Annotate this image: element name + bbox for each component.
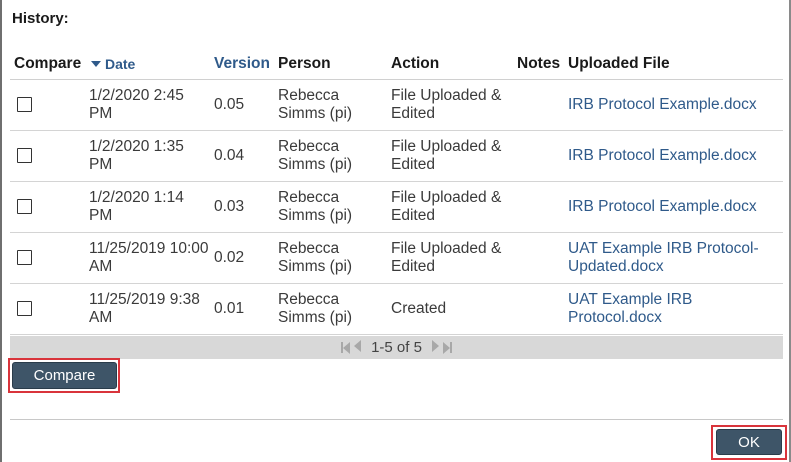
file-cell: IRB Protocol Example.docx — [564, 130, 783, 182]
date-cell: 1/2/2020 2:45 PM — [85, 79, 210, 131]
table-row: 11/25/2019 10:00 AM 0.02 Rebecca Simms (… — [10, 232, 783, 284]
compare-cell — [10, 232, 85, 284]
version-cell: 0.02 — [210, 232, 274, 284]
column-header-uploaded-file: Uploaded File — [564, 48, 783, 80]
table-row: 1/2/2020 2:45 PM 0.05 Rebecca Simms (pi)… — [10, 79, 783, 131]
column-header-date-label: Date — [105, 55, 136, 72]
table-row: 11/25/2019 9:38 AM 0.01 Rebecca Simms (p… — [10, 283, 783, 335]
compare-cell — [10, 181, 85, 233]
pagination-range: 1-5 of 5 — [371, 339, 422, 356]
notes-cell — [513, 79, 564, 131]
date-cell: 1/2/2020 1:14 PM — [85, 181, 210, 233]
person-cell: Rebecca Simms (pi) — [274, 181, 387, 233]
version-cell: 0.01 — [210, 283, 274, 335]
notes-cell — [513, 283, 564, 335]
first-page-icon[interactable] — [341, 341, 351, 354]
person-cell: Rebecca Simms (pi) — [274, 130, 387, 182]
table-row: 1/2/2020 1:14 PM 0.03 Rebecca Simms (pi)… — [10, 181, 783, 233]
table-row: 1/2/2020 1:35 PM 0.04 Rebecca Simms (pi)… — [10, 130, 783, 182]
version-cell: 0.05 — [210, 79, 274, 131]
uploaded-file-link[interactable]: UAT Example IRB Protocol-Updated.docx — [568, 240, 759, 275]
compare-cell — [10, 283, 85, 335]
uploaded-file-link[interactable]: UAT Example IRB Protocol.docx — [568, 291, 692, 326]
compare-checkbox[interactable] — [17, 148, 32, 163]
column-header-action: Action — [387, 48, 513, 80]
notes-cell — [513, 232, 564, 284]
notes-cell — [513, 130, 564, 182]
uploaded-file-link[interactable]: IRB Protocol Example.docx — [568, 147, 757, 164]
person-cell: Rebecca Simms (pi) — [274, 283, 387, 335]
version-cell: 0.03 — [210, 181, 274, 233]
prev-page-icon[interactable] — [354, 339, 362, 356]
column-header-compare: Compare — [10, 48, 85, 80]
compare-cell — [10, 79, 85, 131]
compare-checkbox[interactable] — [17, 301, 32, 316]
date-cell: 11/25/2019 10:00 AM — [85, 232, 210, 284]
date-cell: 11/25/2019 9:38 AM — [85, 283, 210, 335]
compare-checkbox[interactable] — [17, 97, 32, 112]
pagination-bar: 1-5 of 5 — [10, 336, 783, 359]
column-header-date[interactable]: Date — [85, 48, 210, 80]
next-page-icon[interactable] — [431, 339, 439, 356]
action-cell: File Uploaded & Edited — [387, 181, 513, 233]
file-cell: UAT Example IRB Protocol-Updated.docx — [564, 232, 783, 284]
uploaded-file-link[interactable]: IRB Protocol Example.docx — [568, 198, 757, 215]
version-cell: 0.04 — [210, 130, 274, 182]
column-header-version[interactable]: Version — [210, 48, 274, 80]
date-cell: 1/2/2020 1:35 PM — [85, 130, 210, 182]
compare-checkbox[interactable] — [17, 199, 32, 214]
file-cell: UAT Example IRB Protocol.docx — [564, 283, 783, 335]
action-cell: File Uploaded & Edited — [387, 130, 513, 182]
column-header-person: Person — [274, 48, 387, 80]
ok-button[interactable]: OK — [716, 429, 782, 455]
last-page-icon[interactable] — [442, 341, 452, 354]
compare-checkbox[interactable] — [17, 250, 32, 265]
person-cell: Rebecca Simms (pi) — [274, 79, 387, 131]
sort-descending-icon — [91, 60, 101, 67]
history-heading: History: — [12, 10, 69, 27]
action-cell: Created — [387, 283, 513, 335]
file-cell: IRB Protocol Example.docx — [564, 181, 783, 233]
footer-divider — [10, 419, 783, 420]
person-cell: Rebecca Simms (pi) — [274, 232, 387, 284]
notes-cell — [513, 181, 564, 233]
column-header-notes: Notes — [513, 48, 564, 80]
action-cell: File Uploaded & Edited — [387, 79, 513, 131]
uploaded-file-link[interactable]: IRB Protocol Example.docx — [568, 96, 757, 113]
dialog-left-border — [0, 0, 2, 462]
compare-cell — [10, 130, 85, 182]
file-cell: IRB Protocol Example.docx — [564, 79, 783, 131]
table-header-row: Compare Date Version Person Action Notes… — [10, 48, 783, 80]
action-cell: File Uploaded & Edited — [387, 232, 513, 284]
compare-button[interactable]: Compare — [12, 362, 117, 389]
history-table: Compare Date Version Person Action Notes… — [10, 48, 783, 335]
